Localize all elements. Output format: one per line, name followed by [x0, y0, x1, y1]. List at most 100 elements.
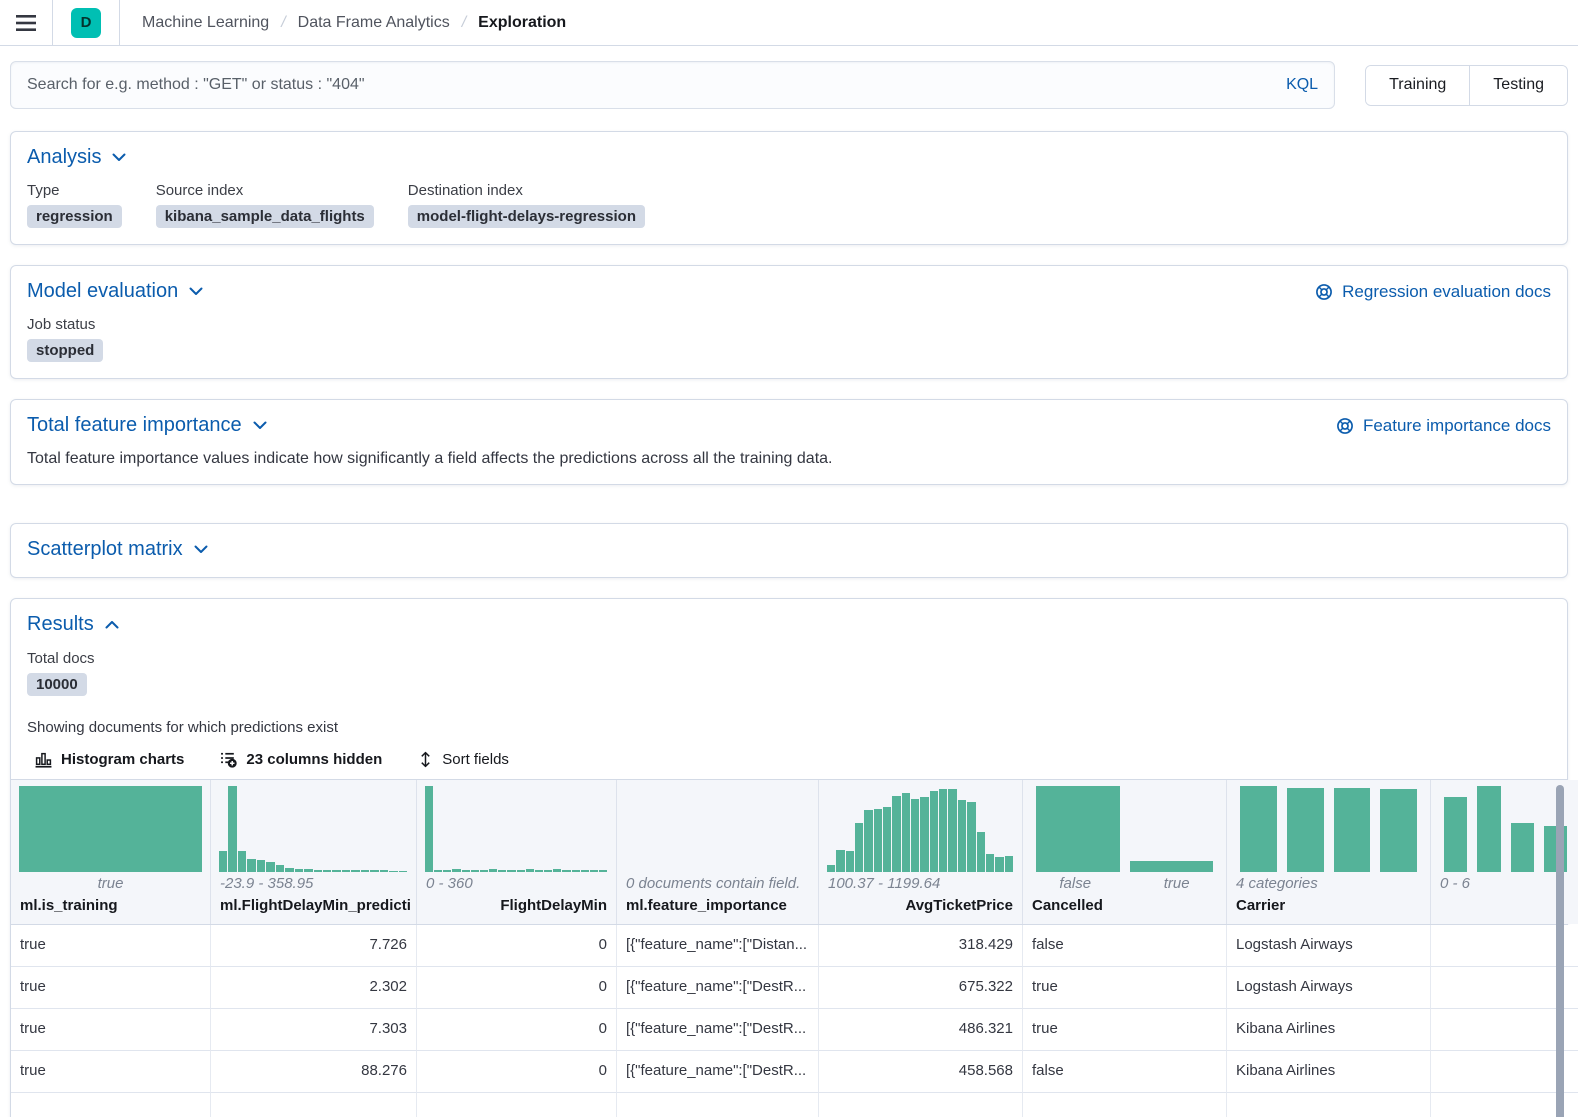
- column-header-FlightDelayMin[interactable]: 0 - 360FlightDelayMin: [417, 780, 617, 924]
- docs-link-label: Feature importance docs: [1363, 416, 1551, 436]
- grid-cell[interactable]: [211, 1093, 417, 1117]
- breadcrumb-machine-learning[interactable]: Machine Learning: [142, 14, 269, 32]
- results-subtitle: Showing documents for which predictions …: [27, 719, 1551, 736]
- grid-cell[interactable]: [1023, 1093, 1227, 1117]
- kql-search-bar[interactable]: KQL: [10, 61, 1335, 109]
- histogram-charts-button[interactable]: Histogram charts: [35, 751, 184, 768]
- histogram-bar: [967, 802, 975, 872]
- feature-importance-docs-link[interactable]: Feature importance docs: [1336, 416, 1551, 436]
- scatterplot-matrix-section-toggle[interactable]: Scatterplot matrix: [27, 538, 208, 561]
- grid-cell[interactable]: 7.726: [211, 925, 417, 967]
- column-range-label: falsetrue: [1023, 872, 1226, 895]
- histogram-bar: [228, 786, 236, 872]
- histogram-bar: [351, 870, 359, 872]
- column-header-Cancelled[interactable]: falsetrueCancelled: [1023, 780, 1227, 924]
- grid-cell[interactable]: [819, 1093, 1023, 1117]
- grid-cell[interactable]: 0: [417, 1051, 617, 1093]
- histogram-bar: [948, 789, 956, 872]
- type-badge: regression: [27, 205, 122, 228]
- sort-fields-button[interactable]: Sort fields: [418, 751, 509, 768]
- help-icon: [1336, 417, 1354, 435]
- training-filter-button[interactable]: Training: [1366, 66, 1470, 105]
- training-testing-toggle: Training Testing: [1365, 65, 1568, 106]
- toolbar-label: Sort fields: [442, 751, 509, 768]
- grid-cell[interactable]: 675.322: [819, 967, 1023, 1009]
- grid-cell[interactable]: [1227, 1093, 1431, 1117]
- model-evaluation-panel: Model evaluation Regression evaluation d…: [10, 265, 1568, 379]
- grid-cell[interactable]: true: [11, 1009, 211, 1051]
- testing-filter-button[interactable]: Testing: [1470, 66, 1567, 105]
- histogram-bar: [892, 796, 900, 872]
- grid-cell[interactable]: true: [11, 967, 211, 1009]
- grid-cell[interactable]: true: [11, 1051, 211, 1093]
- grid-cell[interactable]: [{"feature_name":["DestR...: [617, 1009, 819, 1051]
- histogram-bar: [1511, 823, 1534, 872]
- grid-cell[interactable]: 2.302: [211, 967, 417, 1009]
- column-histogram: [617, 780, 818, 872]
- histogram-bar: [827, 865, 835, 872]
- grid-cell[interactable]: false: [1023, 925, 1227, 967]
- grid-cell[interactable]: 318.429: [819, 925, 1023, 967]
- histogram-bar: [864, 810, 872, 872]
- grid-cell[interactable]: 458.568: [819, 1051, 1023, 1093]
- columns-hidden-button[interactable]: 23 columns hidden: [220, 751, 382, 768]
- column-range-label: 4 categories: [1227, 872, 1430, 895]
- grid-cell[interactable]: Logstash Airways: [1227, 967, 1431, 1009]
- grid-cell[interactable]: 88.276: [211, 1051, 417, 1093]
- grid-cell[interactable]: [{"feature_name":["DestR...: [617, 967, 819, 1009]
- grid-cell[interactable]: 0: [417, 1009, 617, 1051]
- kql-language-button[interactable]: KQL: [1274, 76, 1318, 94]
- grid-cell[interactable]: Kibana Airlines: [1227, 1009, 1431, 1051]
- model-evaluation-section-toggle[interactable]: Model evaluation: [27, 280, 203, 303]
- chevron-down-icon: [253, 421, 267, 430]
- grid-cell[interactable]: true: [1023, 1009, 1227, 1051]
- analysis-panel: Analysis Type regression Source index ki…: [10, 131, 1568, 245]
- grid-cell[interactable]: 486.321: [819, 1009, 1023, 1051]
- analysis-section-toggle[interactable]: Analysis: [27, 146, 126, 169]
- results-section-toggle[interactable]: Results: [27, 613, 119, 636]
- column-header-ml.FlightDelayMin_predicti[interactable]: -23.9 - 358.95ml.FlightDelayMin_predicti: [211, 780, 417, 924]
- grid-cell[interactable]: 0: [417, 967, 617, 1009]
- field-label: Type: [27, 182, 122, 199]
- search-input[interactable]: [27, 76, 1274, 94]
- total-feature-importance-section-toggle[interactable]: Total feature importance: [27, 414, 267, 437]
- grid-cell[interactable]: true: [11, 925, 211, 967]
- job-status-badge: stopped: [27, 339, 103, 362]
- space-avatar[interactable]: D: [71, 8, 101, 38]
- analysis-title: Analysis: [27, 146, 101, 169]
- grid-cell[interactable]: [617, 1093, 819, 1117]
- table-row: true7.3030[{"feature_name":["DestR...486…: [11, 1009, 1567, 1051]
- column-header-ml.is_training[interactable]: trueml.is_training: [11, 780, 211, 924]
- grid-cell[interactable]: [{"feature_name":["DestR...: [617, 1051, 819, 1093]
- column-histogram: [1023, 780, 1226, 872]
- grid-cell[interactable]: [417, 1093, 617, 1117]
- column-name: ml.feature_importance: [617, 895, 818, 924]
- grid-cell[interactable]: 0: [417, 925, 617, 967]
- grid-cell[interactable]: Logstash Airways: [1227, 925, 1431, 967]
- grid-cell[interactable]: 7.303: [211, 1009, 417, 1051]
- grid-cell[interactable]: [11, 1093, 211, 1117]
- column-header-AvgTicketPrice[interactable]: 100.37 - 1199.64AvgTicketPrice: [819, 780, 1023, 924]
- grid-cell[interactable]: Kibana Airlines: [1227, 1051, 1431, 1093]
- column-header-ml.feature_importance[interactable]: 0 documents contain field.ml.feature_imp…: [617, 780, 819, 924]
- grid-cell[interactable]: [{"feature_name":["Distan...: [617, 925, 819, 967]
- histogram-bar: [19, 786, 202, 872]
- grid-cell[interactable]: false: [1023, 1051, 1227, 1093]
- histogram-bar: [370, 870, 378, 872]
- histogram-bar: [1130, 861, 1214, 872]
- regression-evaluation-docs-link[interactable]: Regression evaluation docs: [1315, 282, 1551, 302]
- field-label: Job status: [27, 316, 103, 333]
- breadcrumb-data-frame-analytics[interactable]: Data Frame Analytics: [298, 14, 450, 32]
- scatterplot-matrix-panel: Scatterplot matrix: [10, 523, 1568, 578]
- grid-cell[interactable]: true: [1023, 967, 1227, 1009]
- histogram-bar: [314, 870, 322, 872]
- scatterplot-matrix-title: Scatterplot matrix: [27, 538, 183, 561]
- histogram-bar: [304, 869, 312, 872]
- results-data-grid: trueml.is_training-23.9 - 358.95ml.Fligh…: [11, 780, 1567, 1117]
- hamburger-menu-icon[interactable]: [0, 0, 52, 45]
- vertical-scrollbar[interactable]: [1556, 785, 1564, 1117]
- column-header-Carrier[interactable]: 4 categoriesCarrier: [1227, 780, 1431, 924]
- histogram-bar: [553, 869, 561, 872]
- histogram-bar: [986, 854, 994, 872]
- histogram-bar: [276, 865, 284, 872]
